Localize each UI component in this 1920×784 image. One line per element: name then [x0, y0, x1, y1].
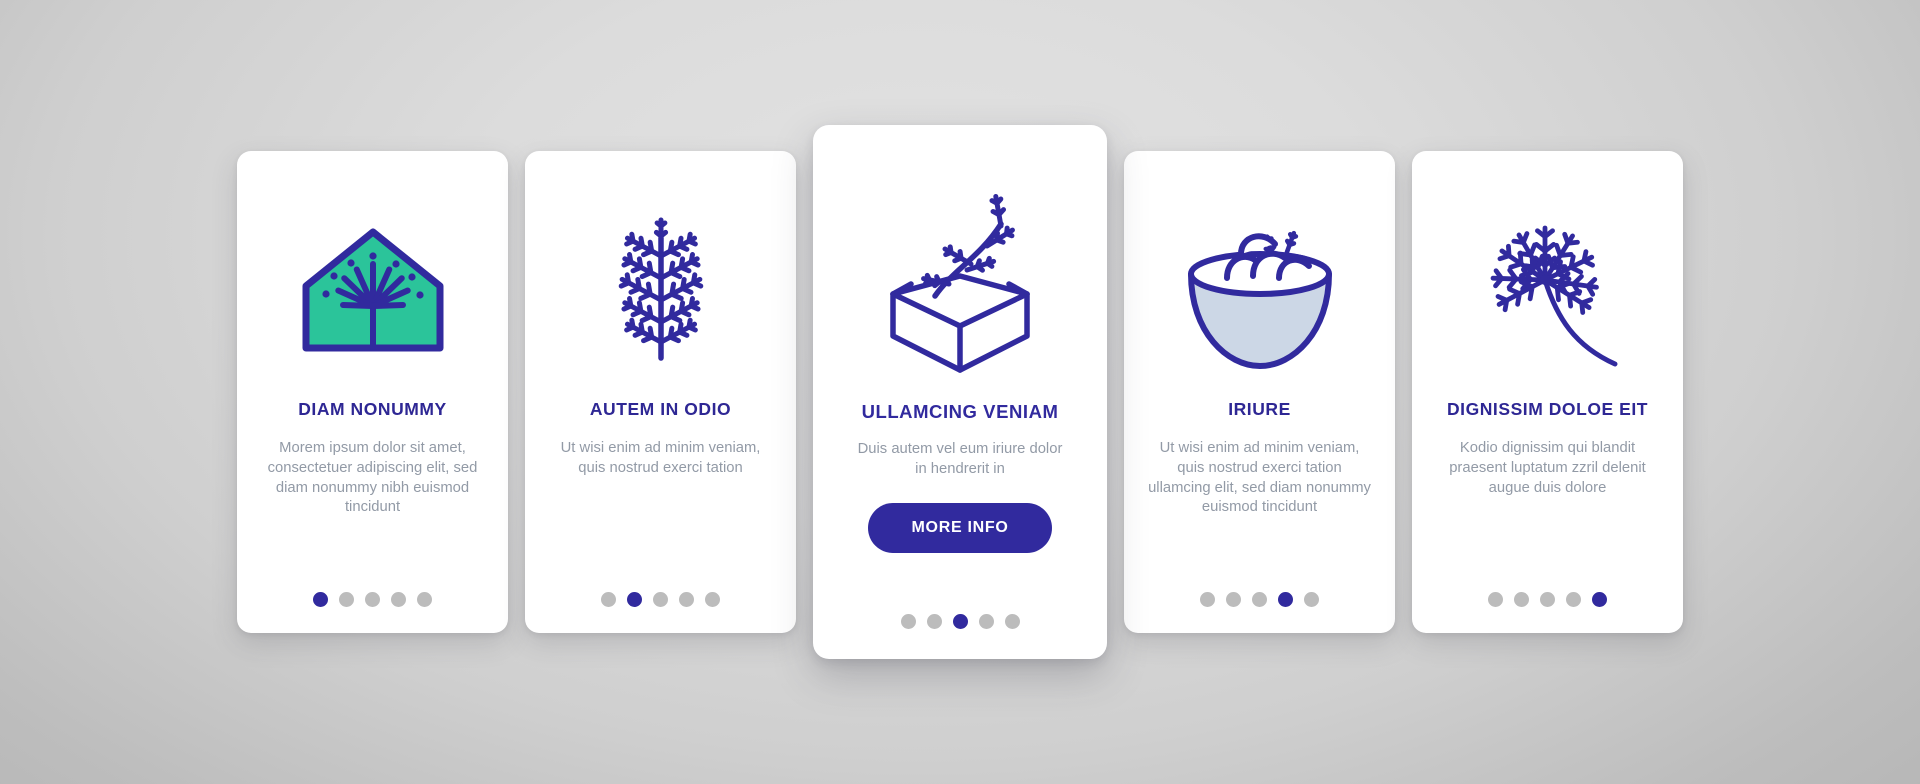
pagination-dots [1412, 592, 1683, 607]
card-title: ULLAMCING VENIAM [861, 401, 1059, 422]
pagination-dot-2[interactable] [926, 614, 942, 629]
pagination-dot-5[interactable] [417, 592, 432, 607]
pagination-dots [1124, 592, 1395, 607]
pagination-dot-5[interactable] [1592, 592, 1607, 607]
pagination-dot-5[interactable] [705, 592, 720, 607]
dill-crate-icon-wrap [835, 165, 1085, 397]
pagination-dot-4[interactable] [1566, 592, 1581, 607]
pagination-dots [813, 614, 1107, 629]
dill-flower-icon [1490, 225, 1618, 367]
dill-flower-icon-wrap [1430, 185, 1665, 395]
pagination-dot-4[interactable] [1278, 592, 1293, 607]
pagination-dot-2[interactable] [339, 592, 354, 607]
dill-bush-icon-wrap [543, 185, 778, 395]
pagination-dot-3[interactable] [653, 592, 668, 607]
pagination-dots [237, 592, 508, 607]
pagination-dot-4[interactable] [391, 592, 406, 607]
onboarding-screens-stage: DIAM NONUMMY Morem ipsum dolor sit amet, … [0, 0, 1920, 784]
card-body-text: Duis autem vel eum iriure dolor in hendr… [857, 441, 1063, 477]
card-body-text: Ut wisi enim ad minim veniam, quis nostr… [560, 440, 761, 476]
more-info-button[interactable]: MORE INFO [867, 502, 1053, 553]
onboarding-card-3[interactable]: ULLAMCING VENIAM Duis autem vel eum iriur… [813, 125, 1107, 659]
pagination-dot-4[interactable] [978, 614, 994, 629]
greenhouse-icon-wrap [255, 185, 490, 395]
pagination-dots [525, 592, 796, 607]
card-title: AUTEM IN ODIO [589, 399, 732, 419]
pagination-dot-3[interactable] [1252, 592, 1267, 607]
pagination-dot-3[interactable] [365, 592, 380, 607]
pagination-dot-2[interactable] [1226, 592, 1241, 607]
pagination-dot-1[interactable] [313, 592, 328, 607]
pagination-dot-5[interactable] [1004, 614, 1020, 629]
dill-crate-icon [890, 193, 1030, 373]
pagination-dot-2[interactable] [1514, 592, 1529, 607]
greenhouse-icon [302, 228, 443, 352]
card-title: IRIURE [1228, 399, 1291, 419]
pagination-dot-1[interactable] [1200, 592, 1215, 607]
onboarding-card-5[interactable]: DIGNISSIM DOLOE EIT Kodio dignissim qui b… [1412, 151, 1683, 633]
card-title: DIGNISSIM DOLOE EIT [1446, 399, 1649, 419]
dumpling-bowl-icon-wrap [1142, 185, 1377, 395]
card-body-text: Morem ipsum dolor sit amet, consectetuer… [267, 440, 478, 516]
card-body-text: Kodio dignissim qui blandit praesent lup… [1449, 440, 1646, 496]
pagination-dot-3[interactable] [1540, 592, 1555, 607]
pagination-dot-1[interactable] [1488, 592, 1503, 607]
pagination-dot-5[interactable] [1304, 592, 1319, 607]
pagination-dot-1[interactable] [601, 592, 616, 607]
dumpling-bowl-icon [1187, 230, 1332, 369]
onboarding-card-4[interactable]: IRIURE Ut wisi enim ad minim veniam, quis… [1124, 151, 1395, 633]
pagination-dot-2[interactable] [627, 592, 642, 607]
dill-bush-icon [618, 217, 703, 361]
pagination-dot-1[interactable] [900, 614, 916, 629]
onboarding-card-2[interactable]: AUTEM IN ODIO Ut wisi enim ad minim venia… [525, 151, 796, 633]
pagination-dot-4[interactable] [679, 592, 694, 607]
card-carousel: DIAM NONUMMY Morem ipsum dolor sit amet, … [0, 0, 1920, 784]
card-title: DIAM NONUMMY [298, 399, 447, 419]
card-body-text: Ut wisi enim ad minim veniam, quis nostr… [1148, 440, 1371, 516]
pagination-dot-3[interactable] [952, 614, 968, 629]
onboarding-card-1[interactable]: DIAM NONUMMY Morem ipsum dolor sit amet, … [237, 151, 508, 633]
